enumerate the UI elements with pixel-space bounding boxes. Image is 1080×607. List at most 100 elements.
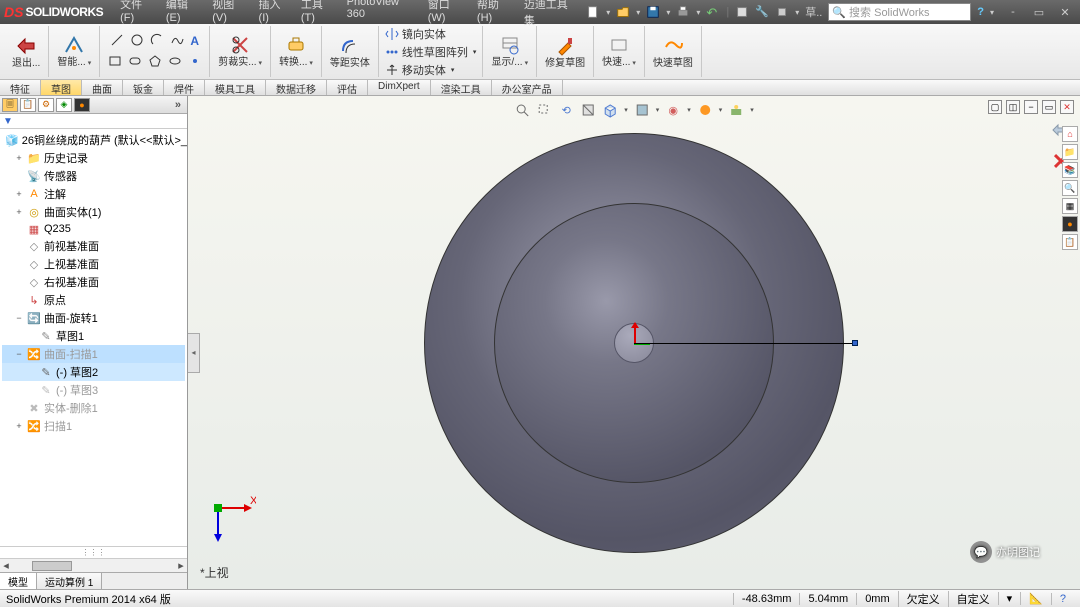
dropdown-icon[interactable]: ▾ <box>990 8 994 17</box>
display-style-icon[interactable] <box>634 102 650 118</box>
tab-features[interactable]: 特征 <box>0 80 41 95</box>
taskpane-appearance[interactable]: ● <box>1062 216 1078 232</box>
line-icon[interactable] <box>110 33 124 50</box>
status-help[interactable]: ? <box>1051 593 1074 605</box>
arc-icon[interactable] <box>150 33 164 50</box>
spline-icon[interactable] <box>170 33 184 50</box>
save-icon[interactable] <box>646 5 660 19</box>
help-icon[interactable]: ? <box>977 6 984 18</box>
fm-tab-dim[interactable]: ◈ <box>56 98 72 112</box>
vp-max[interactable]: ▭ <box>1042 100 1056 114</box>
tree-sweep2[interactable]: +🔀扫描1 <box>2 417 185 435</box>
tab-surfaces[interactable]: 曲面 <box>82 80 123 95</box>
tab-render[interactable]: 渲染工具 <box>431 80 492 95</box>
tab-weldments[interactable]: 焊件 <box>164 80 205 95</box>
rectangle-icon[interactable] <box>108 54 122 71</box>
fm-tab-config[interactable]: ⚙ <box>38 98 54 112</box>
display-button[interactable]: 显示/... <box>489 33 530 70</box>
exit-sketch-button[interactable]: 退出... <box>10 34 42 70</box>
tab-evaluate[interactable]: 评估 <box>327 80 368 95</box>
rebuild-icon[interactable]: 🔧 <box>755 5 769 19</box>
dropdown-icon[interactable]: ▾ <box>606 8 610 17</box>
open-icon[interactable] <box>616 5 630 19</box>
offset-button[interactable]: 等距实体 <box>328 34 372 70</box>
panel-collapse-handle[interactable]: ◂ <box>188 333 200 373</box>
tree-sketch2[interactable]: ✎(-) 草图2 <box>2 363 185 381</box>
slot-icon[interactable] <box>128 54 142 71</box>
dropdown-icon[interactable]: ▾ <box>795 8 799 17</box>
tree-surface-body[interactable]: +◎曲面实体(1) <box>2 203 185 221</box>
point-icon[interactable] <box>188 54 202 71</box>
scene-icon[interactable] <box>728 102 744 118</box>
view-triad[interactable]: X <box>206 490 256 547</box>
undo-icon[interactable]: ↶ <box>706 5 720 19</box>
fm-tab-render[interactable]: ● <box>74 98 90 112</box>
smart-dimension-button[interactable]: 智能... <box>55 33 93 70</box>
fm-tab-tree[interactable]: 🗏 <box>2 98 18 112</box>
taskpane-library[interactable]: 📚 <box>1062 162 1078 178</box>
tree-sketch1[interactable]: ✎草图1 <box>2 327 185 345</box>
ellipse-icon[interactable] <box>168 54 182 71</box>
vp-layout2[interactable]: ◫ <box>1006 100 1020 114</box>
tab-sketch[interactable]: 草图 <box>41 80 82 95</box>
fm-tab-property[interactable]: 📋 <box>20 98 36 112</box>
options-icon[interactable] <box>735 5 749 19</box>
tree-revolve[interactable]: −🔄曲面-旋转1 <box>2 309 185 327</box>
settings-icon[interactable] <box>775 5 789 19</box>
restore-button[interactable]: ▭ <box>1028 6 1050 19</box>
circle-icon[interactable] <box>130 33 144 50</box>
tab-model[interactable]: 模型 <box>0 573 37 589</box>
view-orient-icon[interactable] <box>602 102 618 118</box>
taskpane-explorer[interactable]: 🔍 <box>1062 180 1078 196</box>
linear-pattern-button[interactable]: 线性草图阵列▾ <box>385 44 477 60</box>
tree-top-plane[interactable]: ◇上视基准面 <box>2 255 185 273</box>
tab-dimxpert[interactable]: DimXpert <box>368 80 431 95</box>
tree-delete[interactable]: ✖实体-删除1 <box>2 399 185 417</box>
close-button[interactable]: ✕ <box>1054 6 1076 19</box>
dropdown-icon[interactable]: ▾ <box>696 8 700 17</box>
tab-motion[interactable]: 运动算例 1 <box>37 573 102 589</box>
tree-front-plane[interactable]: ◇前视基准面 <box>2 237 185 255</box>
vp-min[interactable]: − <box>1024 100 1038 114</box>
taskpane-properties[interactable]: 📋 <box>1062 234 1078 250</box>
status-drop[interactable]: ▾ <box>998 592 1021 605</box>
graphics-viewport[interactable]: ◂ ⟲ ▾ ▾ ◉ ▾ ▾ ▾ ▢ ◫ − ▭ ✕ ✕ <box>188 96 1080 589</box>
trim-button[interactable]: 剪裁实... <box>216 33 264 70</box>
tab-data[interactable]: 数据迁移 <box>266 80 327 95</box>
text-icon[interactable]: A <box>190 34 199 48</box>
prev-view-icon[interactable]: ⟲ <box>558 102 574 118</box>
repair-sketch-button[interactable]: 修复草图 <box>543 34 587 70</box>
tab-mold[interactable]: 模具工具 <box>205 80 266 95</box>
sketch-endpoint[interactable] <box>852 340 858 346</box>
rapid-button[interactable]: 快速... <box>600 33 638 70</box>
tree-right-plane[interactable]: ◇右视基准面 <box>2 273 185 291</box>
polygon-icon[interactable] <box>148 54 162 71</box>
dropdown-icon[interactable]: ▾ <box>636 8 640 17</box>
hide-show-icon[interactable]: ◉ <box>665 102 681 118</box>
qat-text[interactable]: 草.. <box>805 4 822 20</box>
move-button[interactable]: 移动实体▾ <box>385 62 477 78</box>
tree-material[interactable]: ▦Q235 <box>2 221 185 237</box>
sketch-line[interactable] <box>634 343 856 344</box>
tree-hscroll[interactable]: ◂▸ <box>0 558 187 572</box>
tab-office[interactable]: 办公室产品 <box>492 80 563 95</box>
search-box[interactable]: 🔍 搜索 SolidWorks <box>828 3 971 21</box>
tree-history[interactable]: +📁历史记录 <box>2 149 185 167</box>
filter-icon[interactable]: ▼ <box>3 116 13 127</box>
print-icon[interactable] <box>676 5 690 19</box>
new-icon[interactable] <box>586 5 600 19</box>
status-edit[interactable]: 自定义 <box>948 591 998 607</box>
vp-layout1[interactable]: ▢ <box>988 100 1002 114</box>
tree-sweep[interactable]: −🔀曲面-扫描1 <box>2 345 185 363</box>
minimize-button[interactable]: - <box>1002 6 1024 19</box>
tree-sensors[interactable]: 📡传感器 <box>2 167 185 185</box>
zoom-fit-icon[interactable] <box>514 102 530 118</box>
taskpane-home[interactable]: ⌂ <box>1062 126 1078 142</box>
dropdown-icon[interactable]: ▾ <box>666 8 670 17</box>
taskpane-palette[interactable]: ▦ <box>1062 198 1078 214</box>
fm-flyout[interactable]: » <box>171 99 185 111</box>
convert-button[interactable]: 转换... <box>277 33 315 70</box>
tree-split-bar[interactable]: ⋮⋮⋮ <box>0 546 187 558</box>
zoom-area-icon[interactable] <box>536 102 552 118</box>
mirror-button[interactable]: 镜向实体 <box>385 26 477 42</box>
